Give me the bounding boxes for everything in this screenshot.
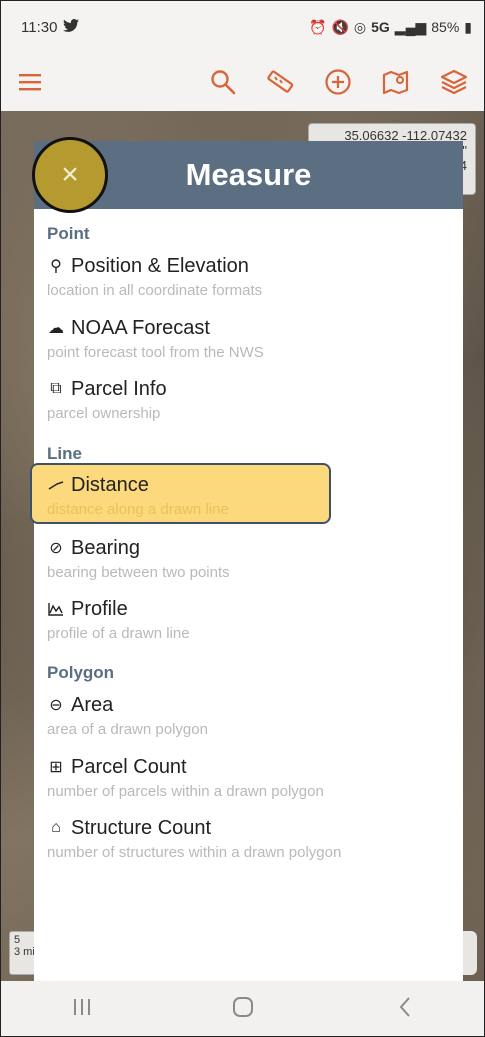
alarm-icon: ⏰ — [309, 18, 327, 35]
item-title: Position & Elevation — [71, 254, 249, 277]
battery-icon: ▮ — [464, 18, 472, 35]
item-title: Profile — [71, 597, 128, 620]
item-subtitle: distance along a drawn line — [47, 501, 229, 518]
profile-chart-icon — [47, 602, 65, 616]
menu-item-noaa-forecast[interactable]: ☁ NOAA Forecast point forecast tool from… — [47, 316, 417, 362]
menu-item-structure-count[interactable]: ⌂ Structure Count number of structures w… — [47, 816, 417, 862]
parcel-count-icon: ⊞ — [49, 759, 63, 776]
item-subtitle: area of a drawn polygon — [47, 721, 208, 738]
search-icon[interactable] — [210, 69, 236, 95]
item-subtitle: bearing between two points — [47, 564, 230, 581]
item-title: Structure Count — [71, 816, 212, 839]
battery-level: 85% — [431, 19, 460, 35]
section-polygon: Polygon — [47, 663, 115, 682]
twitter-icon — [63, 18, 80, 36]
parcel-search-icon: ⧉ — [50, 380, 62, 397]
map-pin-icon[interactable] — [382, 69, 410, 95]
line-icon — [47, 480, 65, 490]
item-title: Bearing — [71, 536, 140, 559]
status-bar: 11:30 ⏰ 🔇 ◎ 5G ▂▄▆ 85% ▮ — [1, 1, 484, 53]
area-icon: ⊖ — [49, 697, 63, 714]
item-subtitle: number of parcels within a drawn polygon — [47, 783, 324, 800]
location-pin-icon: ⚲ — [50, 258, 62, 275]
item-title: NOAA Forecast — [71, 316, 210, 339]
item-subtitle: point forecast tool from the NWS — [47, 344, 264, 361]
compass-icon: ⊘ — [49, 540, 63, 557]
menu-item-distance[interactable]: Distance distance along a drawn line — [47, 473, 417, 519]
building-icon: ⌂ — [51, 819, 61, 836]
close-button[interactable]: × — [32, 137, 108, 213]
item-subtitle: parcel ownership — [47, 405, 161, 422]
item-subtitle: location in all coordinate formats — [47, 282, 263, 299]
layers-icon[interactable] — [440, 68, 468, 96]
section-line: Line — [47, 444, 82, 463]
item-subtitle: profile of a drawn line — [47, 625, 190, 642]
menu-icon[interactable] — [19, 73, 41, 91]
recents-button[interactable] — [52, 997, 112, 1023]
item-title: Distance — [71, 473, 149, 496]
top-toolbar — [1, 53, 484, 111]
add-circle-icon[interactable] — [324, 68, 352, 96]
item-subtitle: number of structures within a drawn poly… — [47, 844, 342, 861]
section-point: Point — [47, 224, 90, 243]
app-screen: 35.06632 -112.07432 " 4 5 3 mi 11:30 ⏰ 🔇… — [0, 0, 485, 1037]
signal-icon: ▂▄▆ — [394, 18, 427, 35]
hotspot-icon: ◎ — [353, 18, 367, 35]
back-button[interactable] — [375, 996, 435, 1024]
ruler-icon[interactable] — [266, 68, 294, 96]
weather-icon: ☁ — [48, 320, 64, 337]
item-title: Parcel Info — [71, 377, 167, 400]
menu-item-parcel-count[interactable]: ⊞ Parcel Count number of parcels within … — [47, 755, 417, 801]
menu-item-position-elevation[interactable]: ⚲ Position & Elevation location in all c… — [47, 254, 417, 300]
item-title: Area — [71, 693, 114, 716]
close-icon: × — [61, 158, 79, 191]
menu-item-bearing[interactable]: ⊘ Bearing bearing between two points — [47, 536, 417, 582]
mute-icon: 🔇 — [331, 18, 349, 35]
home-button[interactable] — [213, 996, 273, 1024]
menu-item-parcel-info[interactable]: ⧉ Parcel Info parcel ownership — [47, 377, 417, 423]
item-title: Parcel Count — [71, 755, 187, 778]
system-navigation-bar — [1, 981, 484, 1036]
clock: 11:30 — [21, 18, 58, 36]
network-label: 5G — [371, 19, 390, 35]
menu-item-area[interactable]: ⊖ Area area of a drawn polygon — [47, 693, 417, 739]
menu-item-profile[interactable]: Profile profile of a drawn line — [47, 597, 417, 643]
